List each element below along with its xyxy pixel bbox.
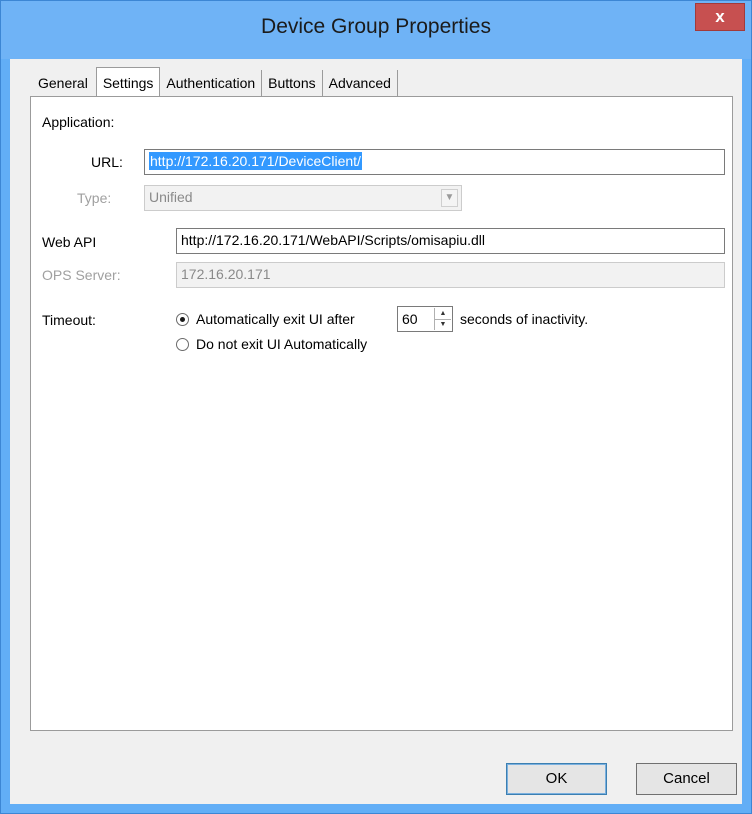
webapi-value: http://172.16.20.171/WebAPI/Scripts/omis… <box>181 232 486 248</box>
tab-buttons[interactable]: Buttons <box>262 70 323 97</box>
settings-panel: Application: URL: http://172.16.20.171/D… <box>30 96 733 731</box>
caret-down-icon[interactable]: ▼ <box>435 319 451 330</box>
timeout-exit-label[interactable]: Automatically exit UI after <box>196 311 355 327</box>
url-label: URL: <box>91 154 123 170</box>
ok-button[interactable]: OK <box>506 763 607 795</box>
close-button[interactable]: x <box>695 3 745 31</box>
ops-server-label: OPS Server: <box>42 267 121 283</box>
webapi-label: Web API <box>42 234 97 250</box>
dialog-window: Device Group Properties x General Settin… <box>0 0 752 814</box>
timeout-exit-radio[interactable] <box>176 313 189 326</box>
ops-server-value: 172.16.20.171 <box>181 266 271 282</box>
tab-general[interactable]: General <box>32 70 96 97</box>
tab-advanced[interactable]: Advanced <box>323 70 398 97</box>
timeout-value: 60 <box>402 311 418 327</box>
close-icon: x <box>715 7 725 26</box>
webapi-field[interactable]: http://172.16.20.171/WebAPI/Scripts/omis… <box>176 228 725 254</box>
timeout-label: Timeout: <box>42 312 96 328</box>
title-bar[interactable]: Device Group Properties x <box>1 1 751 59</box>
timeout-stepper[interactable]: 60 ▲ ▼ <box>397 306 453 332</box>
window-title: Device Group Properties <box>261 15 491 38</box>
type-select[interactable]: Unified ▼ <box>144 185 462 211</box>
type-label: Type: <box>77 190 112 206</box>
chevron-down-icon[interactable]: ▼ <box>441 189 458 207</box>
cancel-button[interactable]: Cancel <box>636 763 737 795</box>
timeout-never-radio[interactable] <box>176 338 189 351</box>
ops-server-field[interactable]: 172.16.20.171 <box>176 262 725 288</box>
stepper-buttons: ▲ ▼ <box>434 308 451 330</box>
tab-authentication[interactable]: Authentication <box>160 70 263 97</box>
url-field[interactable]: http://172.16.20.171/DeviceClient/ <box>144 149 725 175</box>
dialog-client-area: General Settings Authentication Buttons … <box>10 59 742 804</box>
url-value: http://172.16.20.171/DeviceClient/ <box>149 152 362 170</box>
type-value: Unified <box>149 189 193 205</box>
tab-settings[interactable]: Settings <box>95 67 161 98</box>
application-label: Application: <box>42 114 115 130</box>
timeout-suffix: seconds of inactivity. <box>460 311 589 327</box>
tab-strip: General Settings Authentication Buttons … <box>32 67 398 98</box>
timeout-never-label[interactable]: Do not exit UI Automatically <box>196 336 367 352</box>
